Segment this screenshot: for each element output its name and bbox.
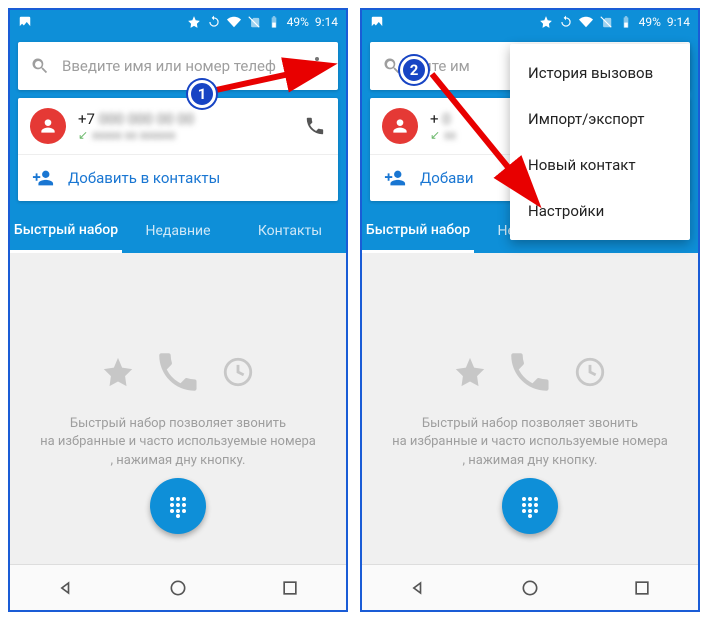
add-to-contacts-label: Добави [420,169,474,187]
annotation-badge-1: 1 [188,80,216,108]
call-meta-blurred: xxxxx xx xxxxxx [92,128,175,142]
star-icon [187,15,201,29]
nav-back-icon[interactable] [408,578,428,598]
nav-recents-icon[interactable] [632,578,652,598]
overflow-menu: История вызовов Импорт/экспорт Новый кон… [510,44,690,240]
empty-line2: на избранные и часто используемые номера [40,433,316,451]
empty-line2: на избранные и часто используемые номера [392,433,668,451]
wifi-icon [227,15,241,29]
search-icon [30,56,50,76]
empty-state-icons [453,347,607,397]
star-outline-icon [453,355,487,389]
image-icon [370,15,384,29]
tabs: Быстрый набор Недавние Контакты [10,209,346,253]
phone-large-icon [505,347,555,397]
empty-line3: , нажимая дну кнопку. [40,452,316,470]
empty-line1: Быстрый набор позволяет звонить [40,415,316,433]
dialpad-fab[interactable] [502,478,558,534]
tab-recent[interactable]: Недавние [122,209,234,253]
no-sim-icon [247,15,261,29]
sync-icon [559,15,573,29]
nav-home-icon[interactable] [168,578,188,598]
status-bar: 49% 9:14 [362,10,698,34]
dialpad-icon [166,494,190,518]
menu-import-export[interactable]: Импорт/экспорт [510,96,690,142]
add-to-contacts-button[interactable]: Добавить в контакты [18,154,338,201]
clock: 9:14 [667,15,690,29]
battery-percent: 49% [639,15,661,29]
clock: 9:14 [315,15,338,29]
empty-line1: Быстрый набор позволяет звонить [392,415,668,433]
call-icon[interactable] [304,115,326,137]
recent-call-info: +7 000 000 00 00 ↙ xxxxx xx xxxxxx [78,110,292,142]
nav-recents-icon[interactable] [280,578,300,598]
call-meta-blurred: xx [444,128,456,142]
incoming-arrow-icon: ↙ [430,128,440,142]
recent-card: +7 000 000 00 00 ↙ xxxxx xx xxxxxx Добав… [18,98,338,201]
tab-speed-dial[interactable]: Быстрый набор [362,209,474,253]
overflow-menu-button[interactable] [308,57,326,75]
phone-left: 49% 9:14 +7 000 000 00 00 ↙ xxxxx xx xxx… [8,8,348,612]
empty-state: Быстрый набор позволяет звонить на избра… [10,253,346,564]
nav-bar [362,564,698,610]
no-sim-icon [599,15,613,29]
phone-large-icon [153,347,203,397]
search-icon [382,56,402,76]
battery-icon [619,15,633,29]
phone-blurred: 000 000 00 00 [99,110,194,128]
sync-icon [207,15,221,29]
menu-call-history[interactable]: История вызовов [510,50,690,96]
nav-bar [10,564,346,610]
status-bar: 49% 9:14 [10,10,346,34]
image-icon [18,15,32,29]
phone-prefix: +7 [78,110,95,128]
empty-line3: , нажимая дну кнопку. [392,452,668,470]
search-input[interactable] [62,57,296,75]
incoming-arrow-icon: ↙ [78,128,88,142]
battery-icon [267,15,281,29]
menu-settings[interactable]: Настройки [510,188,690,234]
empty-state-icons [101,347,255,397]
empty-state: Быстрый набор позволяет звонить на избра… [362,253,698,564]
dialpad-fab[interactable] [150,478,206,534]
battery-percent: 49% [287,15,309,29]
phone-blurred: 0 [442,110,450,128]
contact-avatar [382,108,418,144]
phone-right: 49% 9:14 дите им + 0 ↙ xx Добави Быстрый… [360,8,700,612]
wifi-icon [579,15,593,29]
clock-outline-icon [573,355,607,389]
add-to-contacts-label: Добавить в контакты [68,169,220,187]
empty-state-text: Быстрый набор позволяет звонить на избра… [392,415,668,470]
phone-prefix: + [430,110,439,128]
nav-home-icon[interactable] [520,578,540,598]
empty-state-text: Быстрый набор позволяет звонить на избра… [40,415,316,470]
add-contact-icon [384,167,406,189]
search-bar[interactable] [18,42,338,90]
add-contact-icon [32,167,54,189]
star-icon [539,15,553,29]
tab-speed-dial[interactable]: Быстрый набор [10,209,122,253]
clock-outline-icon [221,355,255,389]
tab-contacts[interactable]: Контакты [234,209,346,253]
nav-back-icon[interactable] [56,578,76,598]
dialpad-icon [518,494,542,518]
contact-avatar [30,108,66,144]
star-outline-icon [101,355,135,389]
recent-call-row[interactable]: +7 000 000 00 00 ↙ xxxxx xx xxxxxx [18,98,338,154]
annotation-badge-2: 2 [400,56,428,84]
menu-new-contact[interactable]: Новый контакт [510,142,690,188]
